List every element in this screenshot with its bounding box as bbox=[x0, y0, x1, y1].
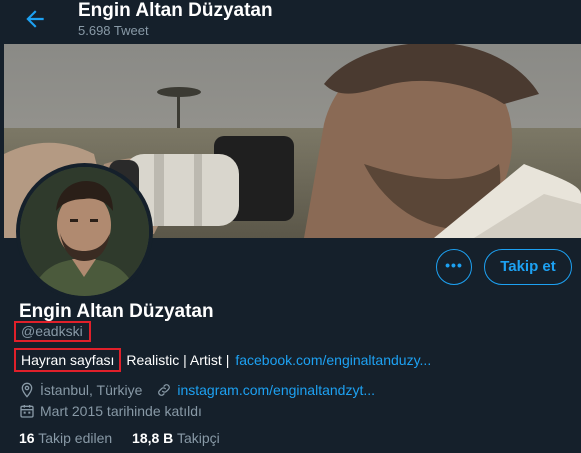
followers-label: Takipçi bbox=[176, 430, 220, 446]
calendar-icon bbox=[20, 405, 34, 418]
follow-button[interactable]: Takip et bbox=[484, 249, 572, 285]
avatar-frame bbox=[16, 163, 153, 300]
location-item: İstanbul, Türkiye bbox=[19, 380, 142, 400]
link-icon bbox=[158, 384, 171, 396]
more-options-button[interactable]: ••• bbox=[436, 249, 472, 285]
following-label: Takip edilen bbox=[38, 430, 113, 446]
joined-item: Mart 2015 tarihinde katıldı bbox=[19, 401, 202, 421]
following-stat[interactable]: 16 Takip edilen bbox=[19, 430, 116, 446]
website-item: instagram.com/enginaltandzyt... bbox=[156, 380, 375, 400]
profile-name: Engin Altan Düzyatan bbox=[19, 301, 214, 322]
joined-row: Mart 2015 tarihinde katıldı bbox=[19, 401, 202, 421]
arrow-left-icon bbox=[26, 10, 44, 28]
tweet-count: 5.698 Tweet bbox=[78, 23, 149, 38]
location-text: İstanbul, Türkiye bbox=[40, 382, 143, 398]
bio-text: Realistic | Artist | bbox=[126, 352, 230, 368]
joined-text: Mart 2015 tarihinde katıldı bbox=[40, 403, 202, 419]
avatar[interactable] bbox=[20, 167, 149, 296]
profile-bio: Hayran sayfası Realistic | Artist | facebo… bbox=[14, 348, 431, 372]
bio-highlight: Hayran sayfası bbox=[14, 348, 122, 372]
profile-meta-row: İstanbul, Türkiye instagram.com/enginalt… bbox=[19, 380, 375, 400]
follow-stats: 16 Takip edilen 18,8 B Takipçi bbox=[19, 430, 220, 446]
bio-link[interactable]: facebook.com/enginaltanduzy... bbox=[235, 348, 431, 372]
header-title: Engin Altan Düzyatan bbox=[78, 0, 273, 21]
followers-stat[interactable]: 18,8 B Takipçi bbox=[132, 430, 220, 446]
handle-highlight: @eadkski bbox=[14, 321, 91, 342]
back-button[interactable] bbox=[22, 6, 48, 32]
profile-handle: @eadkski bbox=[21, 323, 83, 339]
following-count: 16 bbox=[19, 430, 35, 446]
website-link[interactable]: instagram.com/enginaltandzyt... bbox=[177, 382, 375, 398]
map-pin-icon bbox=[21, 382, 33, 398]
followers-count: 18,8 B bbox=[132, 430, 174, 446]
top-bar: Engin Altan Düzyatan 5.698 Tweet bbox=[0, 0, 581, 44]
